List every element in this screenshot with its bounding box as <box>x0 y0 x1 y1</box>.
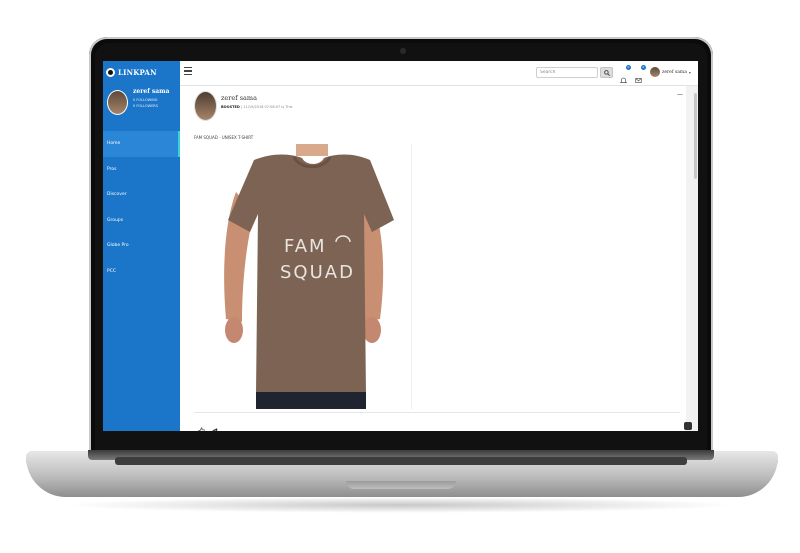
sidebar-following: 0 FOLLOWING <box>133 98 158 102</box>
topbar-user-name: zeref sama <box>662 69 687 75</box>
shirt-text-squad: SQUAD <box>280 262 355 283</box>
post-author-avatar[interactable] <box>194 91 217 121</box>
chevron-down-icon: ▾ <box>688 69 691 75</box>
post-timestamp: | 11/19/2018 07:08:07 is This <box>240 105 293 109</box>
bell-icon <box>619 77 628 83</box>
tshirt-photo: FAM SQUAD <box>224 144 394 409</box>
messages-button[interactable]: 0 <box>635 65 646 83</box>
share-arrow-icon <box>212 427 218 431</box>
hamburger-menu-icon[interactable] <box>184 67 192 75</box>
brand-name: LINKPAN <box>118 68 157 77</box>
sidebar-item-globe-pro[interactable]: Globe Pro <box>103 233 180 259</box>
post-divider <box>194 412 680 413</box>
like-button[interactable] <box>198 419 205 431</box>
brand[interactable]: LINKPAN <box>106 68 157 77</box>
share-button[interactable] <box>211 419 218 431</box>
messages-badge: 0 <box>641 65 646 70</box>
user-menu[interactable]: zeref sama ▾ <box>650 67 691 77</box>
sidebar-followers: 0 FOLLOWERS <box>133 104 158 108</box>
sidebar-item-pros[interactable]: Pros <box>103 157 180 183</box>
avatar <box>650 67 660 77</box>
avatar[interactable] <box>107 90 128 115</box>
search-icon <box>604 70 610 76</box>
sidebar-item-discover[interactable]: Discover <box>103 182 180 208</box>
thumbs-up-icon <box>198 427 205 431</box>
trackpad-notch <box>346 481 456 489</box>
shirt-text-fam: FAM <box>284 236 327 257</box>
topbar: 0 0 zeref sama ▾ <box>180 61 698 86</box>
envelope-icon <box>635 78 642 83</box>
post-author-name[interactable]: zeref sama <box>221 94 257 102</box>
notifications-button[interactable]: 0 <box>619 65 631 83</box>
sidebar: LINKPAN zeref sama 0 FOLLOWING 0 FOLLOWE… <box>103 61 180 431</box>
sidebar-item-groups[interactable]: Groups <box>103 208 180 234</box>
post-image[interactable]: FAM SQUAD <box>194 144 412 409</box>
search-input[interactable] <box>536 67 598 78</box>
sidebar-item-pcc[interactable]: PCC <box>103 259 180 285</box>
keyboard-strip <box>115 457 687 465</box>
boosted-badge: BOOSTED <box>221 105 240 109</box>
sidebar-item-home[interactable]: Home <box>103 131 180 157</box>
webcam <box>400 48 406 54</box>
notifications-badge: 0 <box>626 65 631 70</box>
scrollbar-thumb[interactable] <box>694 93 697 179</box>
post-card: zeref sama BOOSTED | 11/19/2018 07:08:07… <box>180 86 692 431</box>
post-meta: BOOSTED | 11/19/2018 07:08:07 is This <box>221 105 292 109</box>
post-caption: FAM SQUAD - UNISEX T-SHIRT <box>194 135 254 140</box>
screen: LINKPAN zeref sama 0 FOLLOWING 0 FOLLOWE… <box>103 61 698 431</box>
brand-logo-icon <box>106 68 115 77</box>
search-button[interactable] <box>600 67 613 78</box>
sidebar-user-name[interactable]: zeref sama <box>133 88 169 95</box>
laptop-shadow <box>60 497 740 513</box>
post-options-button[interactable]: — <box>677 91 683 98</box>
chat-icon[interactable] <box>684 422 692 430</box>
sidebar-nav: Home Pros Discover Groups Globe Pro PCC <box>103 131 180 284</box>
